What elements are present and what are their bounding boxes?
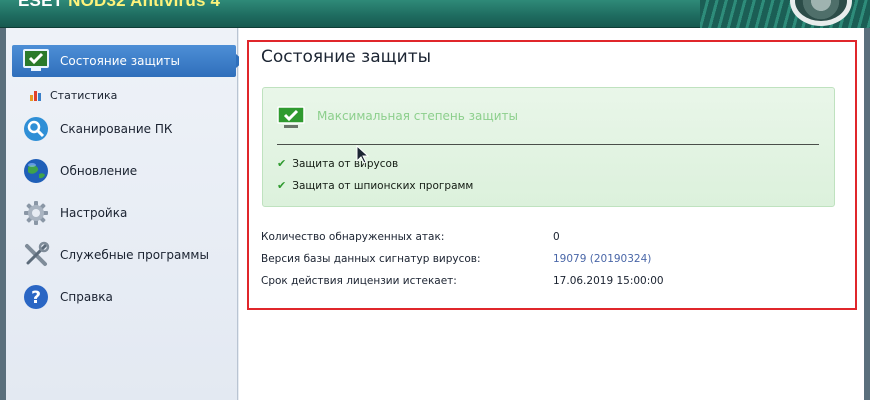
help-icon: ? bbox=[22, 283, 50, 311]
sidebar-item-label: Сканирование ПК bbox=[60, 122, 173, 136]
info-value-attacks: 0 bbox=[553, 231, 560, 243]
info-label-license: Срок действия лицензии истекает: bbox=[261, 275, 457, 287]
bar-chart-icon bbox=[30, 89, 42, 101]
check-label: Защита от шпионских программ bbox=[292, 179, 474, 192]
globe-icon bbox=[22, 157, 50, 185]
monitor-check-icon bbox=[277, 106, 305, 128]
main-panel bbox=[239, 28, 864, 400]
magnifier-icon bbox=[22, 115, 50, 143]
signature-db-version-link[interactable]: 19079 (20190324) bbox=[553, 253, 651, 265]
sidebar-item-update[interactable]: Обновление bbox=[12, 152, 236, 190]
sidebar-item-scan[interactable]: Сканирование ПК bbox=[12, 110, 236, 148]
tools-icon bbox=[22, 241, 50, 269]
checkmark-icon: ✔ bbox=[277, 179, 287, 192]
sidebar-item-label: Состояние защиты bbox=[60, 54, 181, 68]
mouse-cursor-icon bbox=[356, 145, 370, 164]
sidebar-item-settings[interactable]: Настройка bbox=[12, 194, 236, 232]
sidebar: Состояние защиты Статистика Сканирование… bbox=[6, 28, 244, 400]
info-label-signature-db: Версия базы данных сигнатур вирусов: bbox=[261, 253, 481, 265]
sidebar-item-protection-status[interactable]: Состояние защиты bbox=[12, 45, 244, 77]
protection-status-panel: Максимальная степень защиты ✔ Защита от … bbox=[262, 87, 835, 207]
check-row-antispyware: ✔ Защита от шпионских программ bbox=[277, 179, 473, 192]
sidebar-item-label: Настройка bbox=[60, 206, 128, 220]
sidebar-item-label: Служебные программы bbox=[60, 248, 209, 262]
info-value-license: 17.06.2019 15:00:00 bbox=[553, 275, 664, 287]
app-title: ESET NOD32 Antivirus 4 bbox=[18, 0, 220, 11]
sidebar-item-label: Справка bbox=[60, 290, 113, 304]
page-title: Состояние защиты bbox=[261, 47, 432, 67]
gear-icon bbox=[22, 199, 50, 227]
app-product-name: NOD32 Antivirus 4 bbox=[68, 0, 221, 10]
sidebar-item-tools[interactable]: Служебные программы bbox=[12, 236, 236, 274]
info-label-attacks: Количество обнаруженных атак: bbox=[261, 231, 445, 243]
monitor-check-icon bbox=[22, 47, 50, 75]
sidebar-subitem-label: Статистика bbox=[50, 88, 118, 102]
checkmark-icon: ✔ bbox=[277, 157, 287, 170]
sidebar-item-label: Обновление bbox=[60, 164, 138, 178]
sidebar-item-help[interactable]: ? Справка bbox=[12, 278, 236, 316]
check-row-antivirus: ✔ Защита от вирусов bbox=[277, 157, 398, 170]
check-label: Защита от вирусов bbox=[292, 157, 399, 170]
svg-text:?: ? bbox=[31, 288, 41, 308]
sidebar-subitem-statistics[interactable]: Статистика bbox=[18, 86, 236, 104]
status-headline: Максимальная степень защиты bbox=[317, 109, 518, 123]
app-brand: ESET bbox=[18, 0, 64, 10]
title-bar: ESET NOD32 Antivirus 4 bbox=[0, 0, 870, 28]
